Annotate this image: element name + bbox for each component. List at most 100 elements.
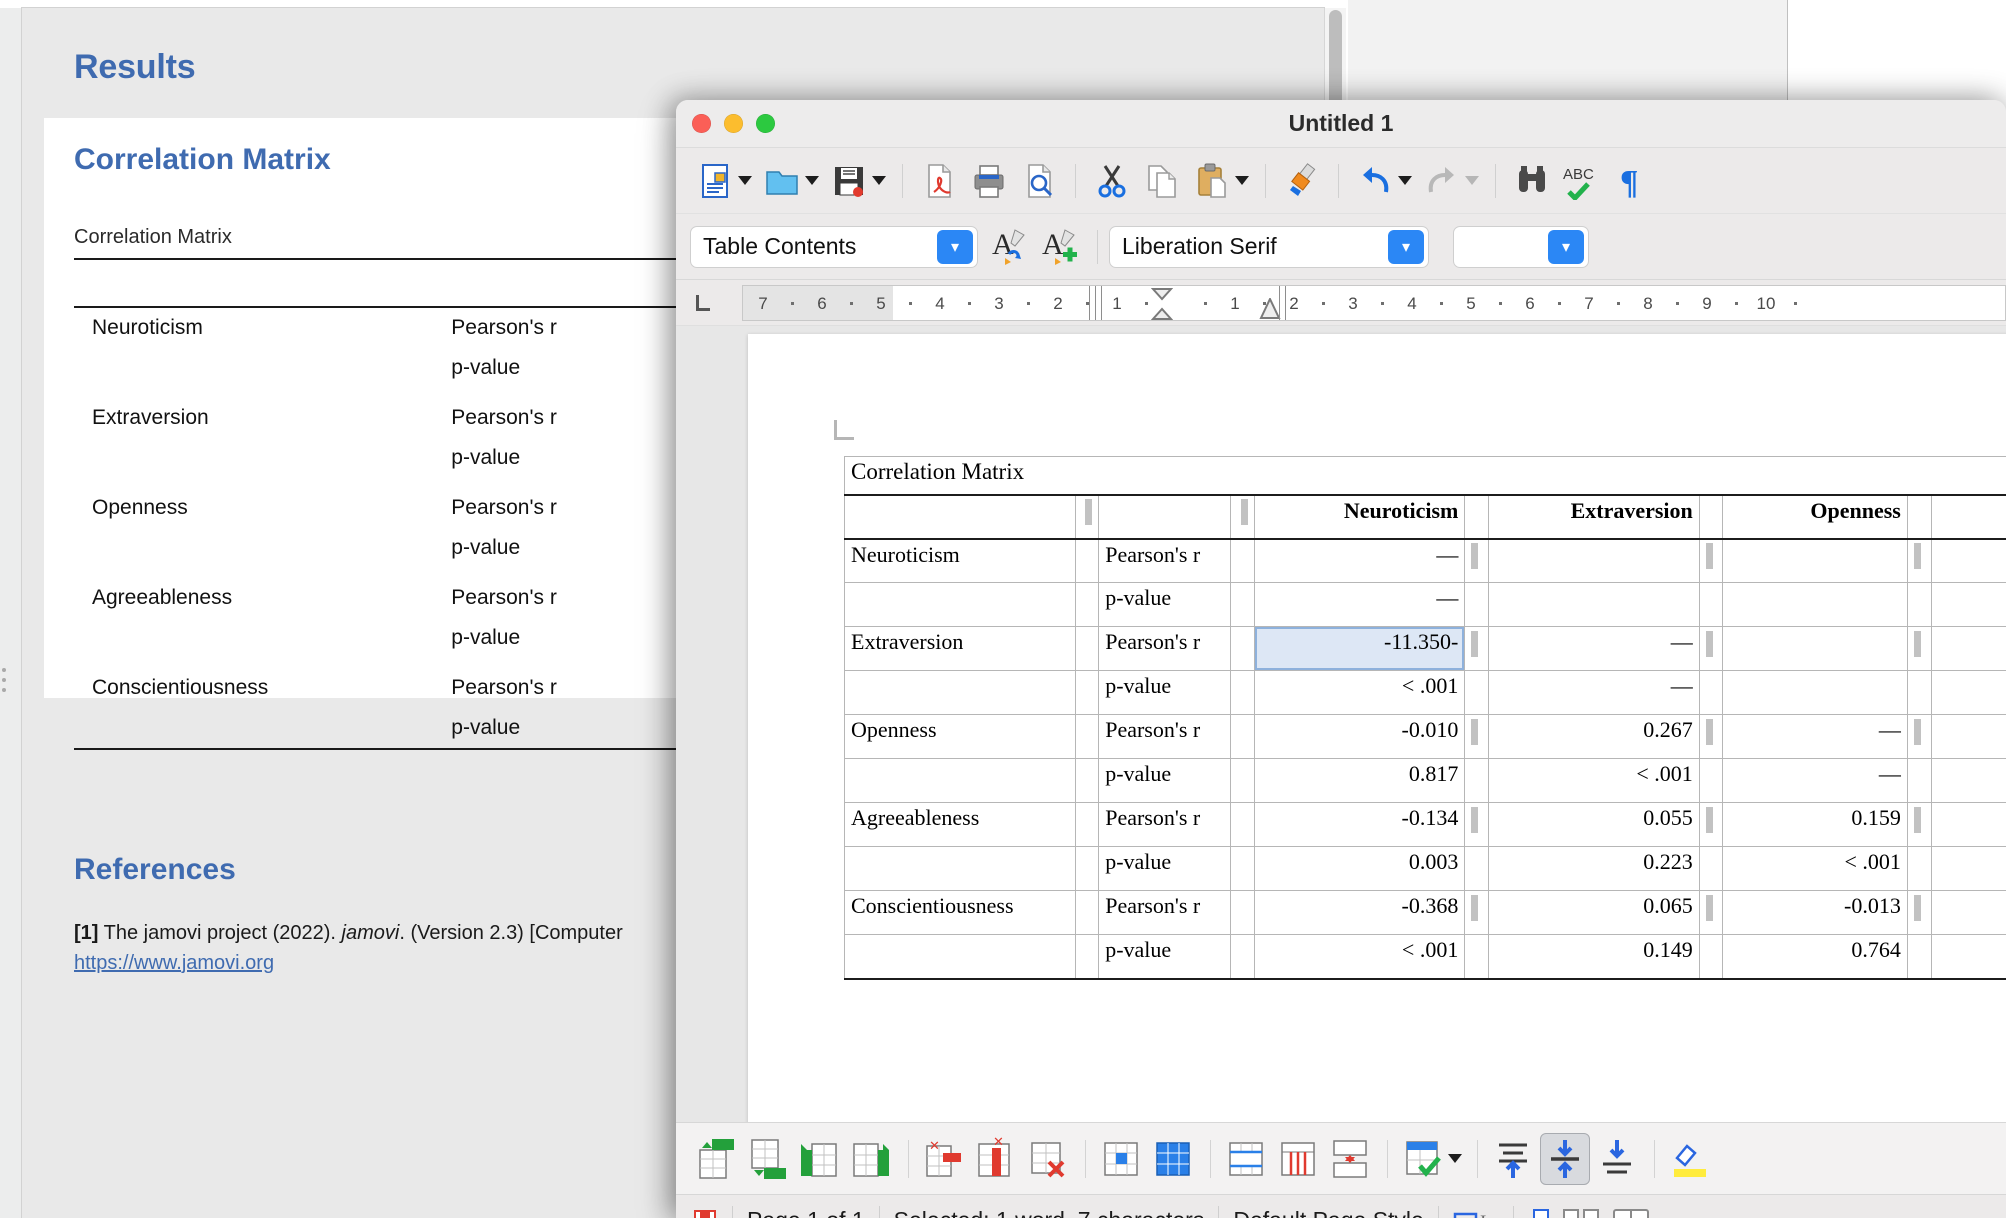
doc-table-header-row[interactable]: Neuroticism Extraversion Openness Agreeable… <box>844 493 2006 540</box>
cell-spacer[interactable] <box>1229 582 1255 627</box>
doc-row-statistic[interactable]: p-value <box>1098 846 1231 891</box>
selection-mode-icon[interactable]: I <box>1453 1208 1499 1218</box>
column-resize-marker[interactable] <box>1698 493 1724 540</box>
new-style-from-selection-icon[interactable]: A <box>1036 223 1086 271</box>
window-titlebar[interactable]: Untitled 1 <box>676 100 2006 148</box>
cell-spacer[interactable] <box>1464 890 1490 935</box>
doc-col-header[interactable]: Openness <box>1722 493 1908 540</box>
selected-cell[interactable]: -11.350- <box>1253 626 1466 671</box>
doc-cell-value[interactable]: — <box>1253 538 1466 583</box>
formatting-marks-pilcrow-icon[interactable]: ¶ <box>1607 157 1657 205</box>
split-cells-icon[interactable] <box>1273 1133 1323 1185</box>
save-control[interactable] <box>824 155 891 207</box>
selection-status[interactable]: Selected: 1 word, 7 characters <box>894 1207 1205 1218</box>
cell-spacer[interactable] <box>1906 714 1932 759</box>
page-sheet[interactable]: Correlation Matrix Neuroticism Extraversio… <box>748 334 2006 1122</box>
align-center-vertical-icon[interactable] <box>1540 1132 1590 1185</box>
align-bottom-icon[interactable] <box>1592 1133 1642 1185</box>
doc-cell-value[interactable]: 0.055 <box>1488 802 1700 847</box>
cell-spacer[interactable] <box>1698 670 1724 715</box>
doc-cell-value[interactable] <box>1722 626 1908 671</box>
cell-spacer[interactable] <box>1229 846 1255 891</box>
doc-row-statistic[interactable]: Pearson's r <box>1098 626 1231 671</box>
cell-spacer[interactable] <box>1074 626 1100 671</box>
cell-spacer[interactable] <box>1229 538 1255 583</box>
doc-cell-value[interactable] <box>1930 538 2006 583</box>
cell-spacer[interactable] <box>1906 670 1932 715</box>
doc-row-label[interactable]: Openness <box>844 714 1076 759</box>
new-document-control[interactable] <box>690 155 757 207</box>
cell-spacer[interactable] <box>1464 582 1490 627</box>
cell-spacer[interactable] <box>1074 890 1100 935</box>
column-boundary-marker[interactable] <box>1101 286 1102 320</box>
doc-table-row[interactable]: p-value < .001 0.149 0.764 < .001 <box>844 934 2006 980</box>
print-preview-icon[interactable] <box>1014 157 1064 205</box>
doc-cell-value[interactable] <box>1930 626 2006 671</box>
cell-spacer[interactable] <box>1229 802 1255 847</box>
doc-cell-value[interactable] <box>1930 758 2006 803</box>
single-page-view-icon[interactable] <box>1528 1207 1554 1218</box>
undo-control[interactable] <box>1350 155 1417 207</box>
doc-cell-value[interactable]: 0.003 <box>1253 846 1466 891</box>
paste-dropdown-icon[interactable] <box>1235 176 1249 185</box>
cell-spacer[interactable] <box>1464 758 1490 803</box>
cell-spacer[interactable] <box>1229 714 1255 759</box>
cell-spacer[interactable] <box>1698 582 1724 627</box>
doc-cell-value[interactable]: < .001 <box>1488 758 1700 803</box>
doc-row-label[interactable]: Conscientiousness <box>844 890 1076 935</box>
doc-cell-value[interactable] <box>1488 582 1700 627</box>
cell-spacer[interactable] <box>1464 846 1490 891</box>
column-resize-marker[interactable] <box>1074 493 1100 540</box>
ruler-scale[interactable]: 7 6 5 4 3 2 1 1 2 3 4 5 6 7 8 9 10 <box>742 285 2006 321</box>
undo-icon[interactable] <box>1350 157 1400 205</box>
merge-cells-icon[interactable] <box>1221 1133 1271 1185</box>
doc-cell-value[interactable]: — <box>1488 670 1700 715</box>
page-style-status[interactable]: Default Page Style <box>1233 1207 1424 1218</box>
cell-spacer[interactable] <box>1464 538 1490 583</box>
doc-cell-value[interactable]: -0.013 <box>1722 890 1908 935</box>
cell-spacer[interactable] <box>1229 934 1255 980</box>
column-resize-marker[interactable] <box>1229 493 1255 540</box>
doc-col-header[interactable]: Neuroticism <box>1253 493 1466 540</box>
find-replace-binoculars-icon[interactable] <box>1507 157 1557 205</box>
doc-row-statistic[interactable]: Pearson's r <box>1098 802 1231 847</box>
doc-cell-value[interactable] <box>1722 670 1908 715</box>
font-size-combobox[interactable]: ▾ <box>1453 225 1589 268</box>
cell-spacer[interactable] <box>1906 890 1932 935</box>
status-bar[interactable]: Page 1 of 1 Selected: 1 word, 7 characte… <box>676 1194 2006 1218</box>
doc-cell-value[interactable]: 0.267 <box>1488 714 1700 759</box>
cell-spacer[interactable] <box>1906 934 1932 980</box>
align-top-icon[interactable] <box>1488 1133 1538 1185</box>
standard-toolbar[interactable]: ABC ¶ <box>676 148 2006 214</box>
column-boundary-marker[interactable] <box>1285 286 1286 320</box>
doc-cell-value[interactable]: — <box>1930 802 2006 847</box>
book-view-icon[interactable] <box>1610 1207 1654 1218</box>
doc-row-statistic[interactable]: p-value <box>1098 934 1231 980</box>
cell-spacer[interactable] <box>1698 890 1724 935</box>
insert-column-after-icon[interactable] <box>846 1133 896 1185</box>
doc-row-label[interactable]: Agreeableness <box>844 802 1076 847</box>
select-table-icon[interactable] <box>1148 1133 1198 1185</box>
cut-icon[interactable] <box>1087 157 1137 205</box>
undo-dropdown-icon[interactable] <box>1398 176 1412 185</box>
doc-row-label[interactable]: Extraversion <box>844 626 1076 671</box>
cell-spacer[interactable] <box>1229 670 1255 715</box>
cell-spacer[interactable] <box>1698 846 1724 891</box>
doc-table-row[interactable]: Neuroticism Pearson's r — <box>844 538 2006 583</box>
doc-table-row[interactable]: Agreeableness Pearson's r -0.134 0.055 0.159… <box>844 802 2006 847</box>
doc-col-header[interactable]: Extraversion <box>1488 493 1700 540</box>
doc-table-row[interactable]: Extraversion Pearson's r -11.350- — <box>844 626 2006 671</box>
doc-cell-value[interactable]: < .001 <box>1722 846 1908 891</box>
doc-table-row[interactable]: Openness Pearson's r -0.010 0.267 — <box>844 714 2006 759</box>
cell-spacer[interactable] <box>1229 758 1255 803</box>
optimize-size-icon[interactable] <box>1325 1133 1375 1185</box>
cell-spacer[interactable] <box>1074 670 1100 715</box>
open-folder-icon[interactable] <box>757 157 807 205</box>
doc-row-label[interactable] <box>844 934 1076 980</box>
cell-spacer[interactable] <box>1906 582 1932 627</box>
doc-cell-value[interactable]: — <box>1930 846 2006 891</box>
cell-spacer[interactable] <box>1074 538 1100 583</box>
doc-cell-value[interactable]: 0.817 <box>1253 758 1466 803</box>
paste-control[interactable] <box>1187 155 1254 207</box>
doc-cell-value[interactable]: < .001 <box>1253 934 1466 980</box>
